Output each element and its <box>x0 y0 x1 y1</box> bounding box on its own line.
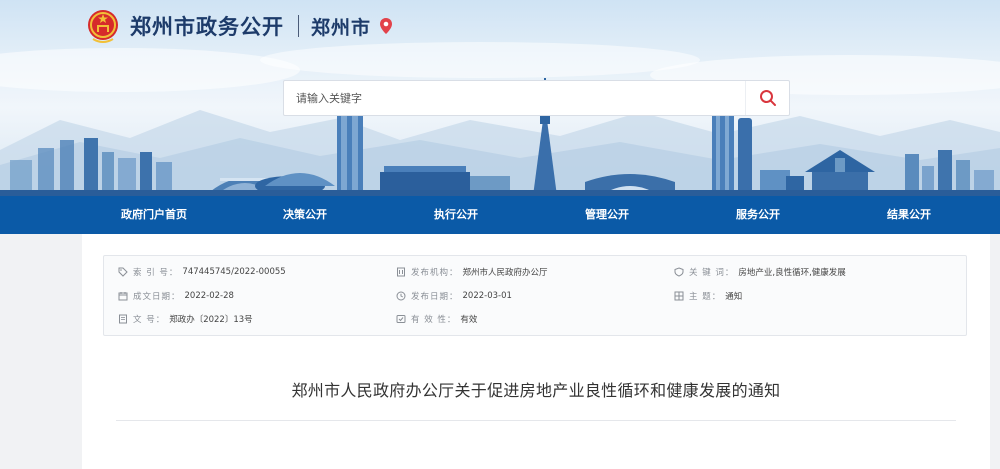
title-divider <box>116 420 956 421</box>
search-input[interactable] <box>284 81 745 115</box>
meta-document-number: 文 号： 郑政办〔2022〕13号 <box>118 313 253 325</box>
tag-icon <box>118 267 128 277</box>
building-icon <box>397 267 405 277</box>
nav-item-service[interactable]: 服务公开 <box>736 196 780 234</box>
title-separator <box>298 15 299 37</box>
document-icon <box>119 314 127 324</box>
category-icon <box>674 291 684 301</box>
search-button[interactable] <box>745 81 789 115</box>
nav-item-management[interactable]: 管理公开 <box>585 196 629 234</box>
meta-topic: 主 题： 通知 <box>674 290 742 302</box>
nav-item-decision[interactable]: 决策公开 <box>283 196 327 234</box>
meta-index-number: 索 引 号： 747445745/2022-00055 <box>118 266 286 278</box>
nav-item-portal-home[interactable]: 政府门户首页 <box>121 196 187 234</box>
calendar-icon <box>118 292 128 301</box>
content-panel: 索 引 号： 747445745/2022-00055 发布机构： 郑州市人民政… <box>82 234 990 469</box>
header-banner: 郑州市政务公开 郑州市 <box>0 0 1000 196</box>
site-logo[interactable]: 郑州市政务公开 郑州市 <box>86 6 393 46</box>
city-name[interactable]: 郑州市 <box>311 13 371 40</box>
meta-creation-date: 成文日期： 2022-02-28 <box>118 290 234 302</box>
national-emblem-icon <box>88 10 118 43</box>
document-metadata: 索 引 号： 747445745/2022-00055 发布机构： 郑州市人民政… <box>103 255 967 336</box>
location-pin-icon[interactable] <box>379 17 393 35</box>
main-nav: 政府门户首页 决策公开 执行公开 管理公开 服务公开 结果公开 <box>0 196 1000 234</box>
meta-validity: 有 效 性： 有效 <box>396 313 477 325</box>
meta-keywords: 关 键 词： 房地产业,良性循环,健康发展 <box>674 266 846 278</box>
meta-publish-date: 发布日期： 2022-03-01 <box>396 290 512 302</box>
nav-item-execution[interactable]: 执行公开 <box>434 196 478 234</box>
validity-icon <box>396 315 406 323</box>
nav-item-results[interactable]: 结果公开 <box>887 196 931 234</box>
document-title: 郑州市人民政府办公厅关于促进房地产业良性循环和健康发展的通知 <box>291 381 781 400</box>
clock-icon <box>396 291 406 301</box>
search-bar <box>283 80 790 116</box>
shield-icon <box>674 267 684 277</box>
site-title: 郑州市政务公开 <box>130 15 284 39</box>
search-icon <box>759 90 776 106</box>
meta-publisher: 发布机构： 郑州市人民政府办公厅 <box>396 266 548 278</box>
